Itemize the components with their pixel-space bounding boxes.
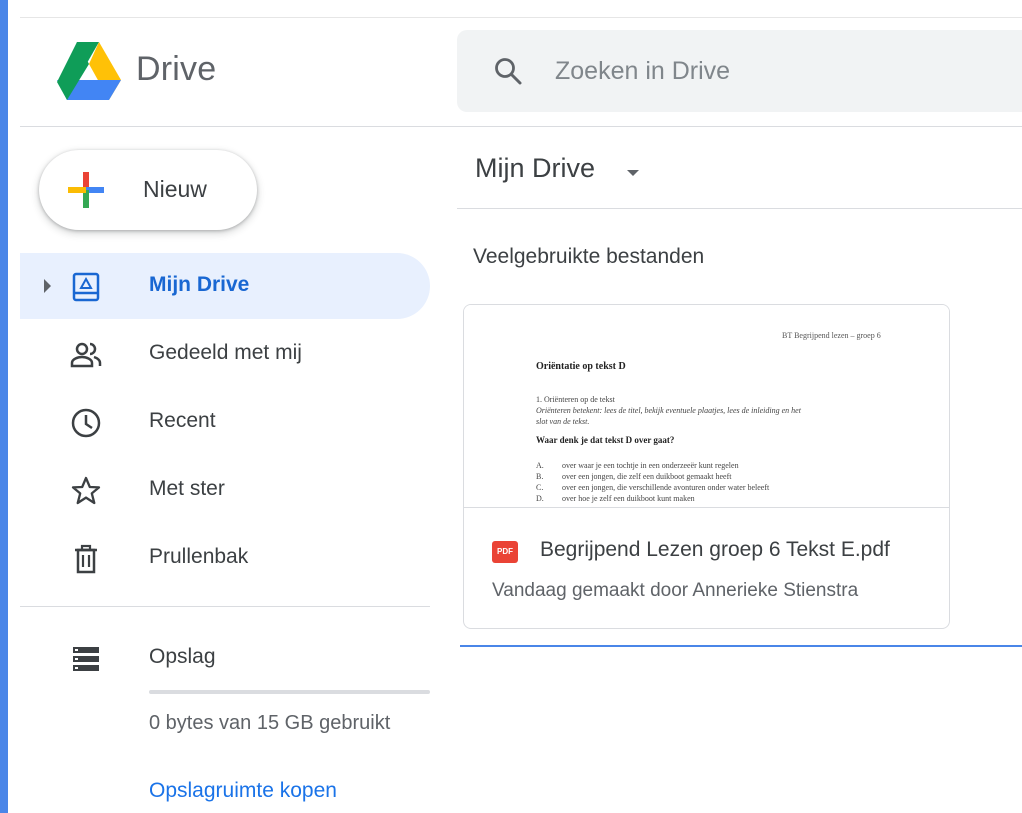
- new-button[interactable]: Nieuw: [39, 150, 257, 230]
- drive-icon: [70, 271, 102, 303]
- app-title: Drive: [136, 50, 217, 88]
- sidebar-item-starred[interactable]: Met ster: [20, 457, 430, 523]
- search-icon[interactable]: [493, 56, 523, 86]
- sidebar-item-storage[interactable]: Opslag: [20, 625, 430, 691]
- sidebar-divider: [20, 606, 430, 607]
- file-name: Begrijpend Lezen groep 6 Tekst E.pdf: [540, 538, 890, 561]
- content-divider: [460, 645, 1022, 647]
- sidebar-item-recent[interactable]: Recent: [20, 389, 430, 455]
- sidebar-item-label: Mijn Drive: [149, 273, 250, 296]
- preview-option: A. over waar je een tochtje in een onderz…: [536, 461, 739, 470]
- sidebar-item-trash[interactable]: Prullenbak: [20, 525, 430, 591]
- plus-icon: [66, 170, 106, 210]
- sidebar-item-shared-with-me[interactable]: Gedeeld met mij: [20, 321, 430, 387]
- file-card-footer: PDF Begrijpend Lezen groep 6 Tekst E.pdf…: [464, 508, 949, 628]
- preview-line: Oriënteren betekent: lees de titel, beki…: [536, 406, 801, 415]
- shared-people-icon: [70, 339, 102, 371]
- pdf-file-icon: PDF: [492, 541, 518, 563]
- storage-usage-bar: [149, 690, 430, 694]
- preview-title: Oriëntatie op tekst D: [536, 361, 626, 372]
- preview-question: Waar denk je dat tekst D over gaat?: [536, 435, 675, 445]
- storage-usage-text: 0 bytes van 15 GB gebruikt: [149, 712, 391, 734]
- file-card[interactable]: BT Begrijpend lezen – groep 6 Oriëntatie…: [463, 304, 950, 629]
- clock-icon: [70, 407, 102, 439]
- page-title[interactable]: Mijn Drive: [475, 153, 595, 184]
- header-divider: [20, 126, 1022, 127]
- preview-option: C. over een jongen, die verschillende avo…: [536, 483, 770, 492]
- file-subtitle: Vandaag gemaakt door Annerieke Stienstra: [492, 580, 859, 601]
- search-input[interactable]: [553, 52, 977, 90]
- sidebar-item-label: Prullenbak: [149, 545, 249, 568]
- top-border: [20, 17, 1022, 18]
- main-divider: [457, 208, 1022, 209]
- sidebar-item-label: Recent: [149, 409, 216, 432]
- storage-label: Opslag: [149, 645, 216, 668]
- buy-storage-link[interactable]: Opslagruimte kopen: [149, 779, 337, 803]
- preview-header: BT Begrijpend lezen – groep 6: [782, 331, 881, 340]
- trash-icon: [70, 543, 102, 575]
- drive-logo-icon[interactable]: [55, 40, 123, 102]
- preview-option: D. over hoe je zelf een duikboot kunt mak…: [536, 494, 695, 503]
- section-title: Veelgebruikte bestanden: [473, 245, 705, 268]
- sidebar-item-label: Gedeeld met mij: [149, 341, 302, 364]
- preview-line: slot van de tekst.: [536, 417, 590, 426]
- sidebar-item-label: Met ster: [149, 477, 225, 500]
- preview-option: B. over een jongen, die zelf een duikboot…: [536, 472, 732, 481]
- window-left-edge: [0, 0, 8, 813]
- search-bar[interactable]: [457, 30, 1022, 112]
- preview-line: 1. Oriënteren op de tekst: [536, 395, 615, 404]
- chevron-down-icon[interactable]: [627, 170, 639, 176]
- expand-caret-icon[interactable]: [44, 279, 51, 293]
- storage-icon: [70, 643, 102, 675]
- star-icon: [70, 475, 102, 507]
- sidebar-item-my-drive[interactable]: Mijn Drive: [20, 253, 430, 319]
- file-preview-thumbnail: BT Begrijpend lezen – groep 6 Oriëntatie…: [464, 305, 949, 508]
- new-button-label: Nieuw: [143, 176, 207, 202]
